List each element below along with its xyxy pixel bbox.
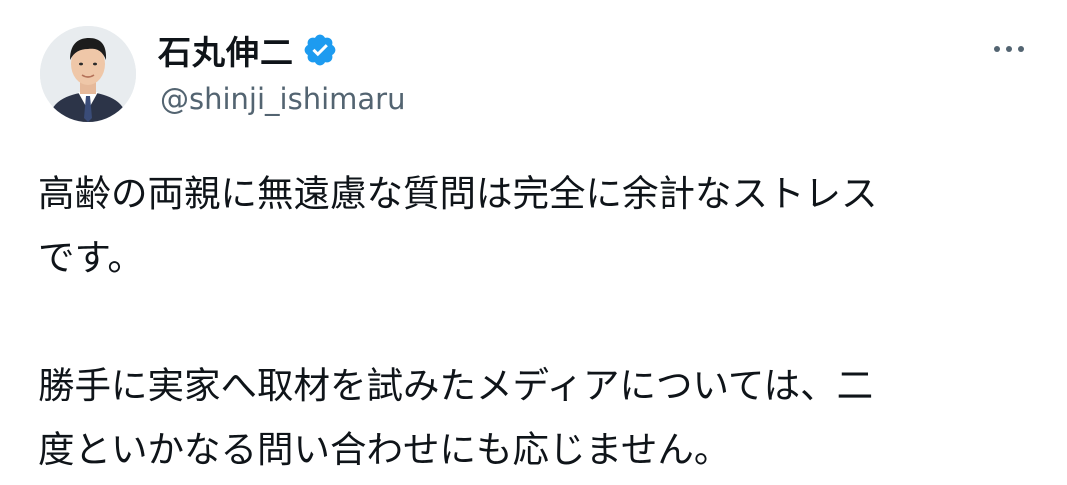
tweet-text-line: 高齢の両親に無遠慮な質問は完全に余計なストレス [38, 172, 878, 215]
verified-badge-icon[interactable] [302, 32, 338, 68]
tweet-text-line: 勝手に実家へ取材を試みたメディアについては、二 [38, 364, 874, 407]
more-dot [994, 46, 1000, 52]
tweet-text: 高齢の両親に無遠慮な質問は完全に余計なストレス です。 勝手に実家へ取材を試みた… [38, 162, 1028, 482]
avatar[interactable] [40, 26, 136, 122]
author-name-row: 石丸伸二 [158, 28, 338, 72]
author-handle[interactable]: @shinji_ishimaru [160, 82, 405, 116]
tweet-text-line: 度といかなる問い合わせにも応じません。 [38, 428, 731, 471]
profile-photo [40, 26, 136, 122]
tweet-text-line: です。 [38, 236, 144, 279]
tweet-card: 石丸伸二 @shinji_ishimaru 高齢の両親に無遠慮な質問は完全に余計… [0, 0, 1067, 485]
more-dot [1018, 46, 1024, 52]
more-options-icon[interactable] [987, 34, 1031, 64]
author-display-name[interactable]: 石丸伸二 [158, 26, 294, 74]
more-dot [1006, 46, 1012, 52]
